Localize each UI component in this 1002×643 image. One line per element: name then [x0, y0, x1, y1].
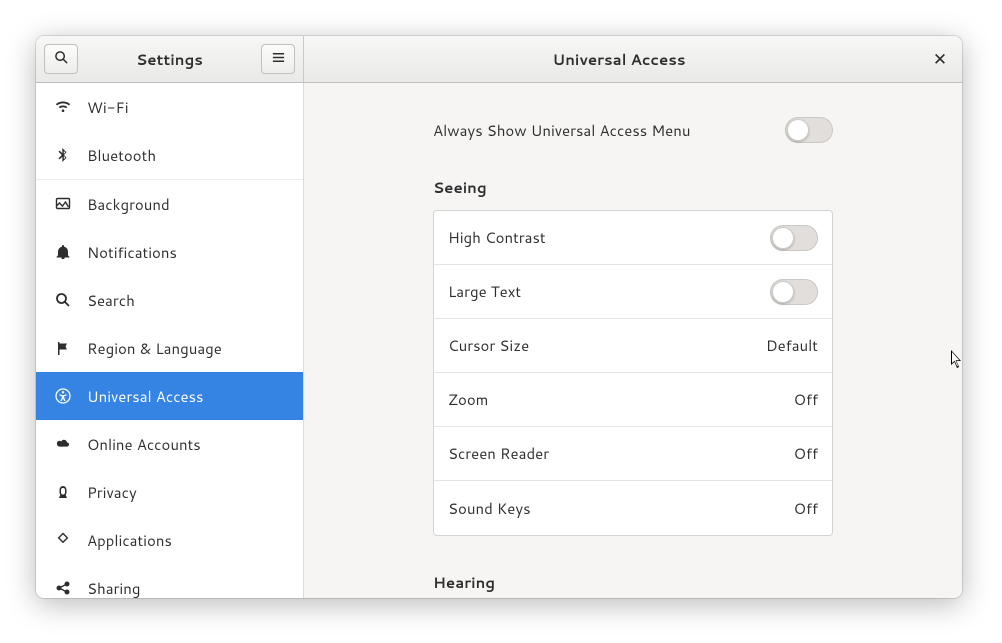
- row-label: Cursor Size: [448, 335, 529, 356]
- headerbar: Settings Universal Access ✕: [36, 36, 962, 83]
- always-show-menu-label: Always Show Universal Access Menu: [433, 120, 690, 141]
- search-icon: [54, 49, 69, 70]
- main-scroll[interactable]: Always Show Universal Access Menu Seeing…: [304, 83, 962, 598]
- universal-access-icon: [54, 387, 72, 405]
- row-label: Screen Reader: [448, 443, 549, 464]
- bluetooth-icon: [54, 146, 72, 164]
- sidebar[interactable]: Wi-Fi Bluetooth Background Notifications: [36, 83, 304, 598]
- content: Wi-Fi Bluetooth Background Notifications: [36, 83, 962, 598]
- sidebar-item-label: Privacy: [87, 482, 137, 503]
- row-value: Default: [766, 335, 818, 356]
- sharing-icon: [54, 579, 72, 597]
- sidebar-item-sharing[interactable]: Sharing: [36, 564, 303, 598]
- sidebar-item-background[interactable]: Background: [36, 180, 303, 228]
- sidebar-item-label: Background: [87, 194, 170, 215]
- section-seeing-title: Seeing: [433, 177, 833, 198]
- sidebar-item-online-accounts[interactable]: Online Accounts: [36, 420, 303, 468]
- panel-title: Universal Access: [312, 49, 926, 70]
- settings-title: Settings: [78, 49, 261, 70]
- row-value: Off: [794, 389, 818, 410]
- row-label: Large Text: [448, 281, 521, 302]
- sidebar-item-region[interactable]: Region & Language: [36, 324, 303, 372]
- headerbar-left: Settings: [36, 36, 304, 82]
- sidebar-item-label: Applications: [87, 530, 172, 551]
- sidebar-item-label: Wi-Fi: [87, 97, 129, 118]
- always-show-menu-row[interactable]: Always Show Universal Access Menu: [433, 117, 833, 143]
- section-hearing-title: Hearing: [433, 572, 833, 593]
- search-icon: [54, 291, 72, 309]
- applications-icon: [54, 531, 72, 549]
- sidebar-item-label: Region & Language: [87, 338, 222, 359]
- always-show-menu-switch[interactable]: [785, 117, 833, 143]
- region-icon: [54, 339, 72, 357]
- sidebar-item-privacy[interactable]: Privacy: [36, 468, 303, 516]
- hamburger-icon: [271, 49, 286, 70]
- notifications-icon: [54, 243, 72, 261]
- sidebar-item-bluetooth[interactable]: Bluetooth: [36, 131, 303, 179]
- background-icon: [54, 195, 72, 213]
- row-cursor-size[interactable]: Cursor Size Default: [434, 319, 832, 373]
- menu-button[interactable]: [261, 44, 295, 74]
- sidebar-item-label: Notifications: [87, 242, 177, 263]
- row-label: High Contrast: [448, 227, 546, 248]
- search-button[interactable]: [44, 44, 78, 74]
- row-label: Sound Keys: [448, 498, 531, 519]
- seeing-list: High Contrast Large Text Cursor Size Def…: [433, 210, 833, 536]
- sidebar-item-label: Universal Access: [87, 386, 204, 407]
- sidebar-item-notifications[interactable]: Notifications: [36, 228, 303, 276]
- sidebar-item-applications[interactable]: Applications: [36, 516, 303, 564]
- large-text-switch[interactable]: [770, 279, 818, 305]
- high-contrast-switch[interactable]: [770, 225, 818, 251]
- settings-window: Settings Universal Access ✕ Wi-Fi: [36, 36, 962, 598]
- sidebar-item-label: Bluetooth: [87, 145, 156, 166]
- row-value: Off: [794, 443, 818, 464]
- row-label: Zoom: [448, 389, 488, 410]
- main-panel: Always Show Universal Access Menu Seeing…: [304, 83, 962, 598]
- row-large-text[interactable]: Large Text: [434, 265, 832, 319]
- row-high-contrast[interactable]: High Contrast: [434, 211, 832, 265]
- sidebar-item-label: Search: [87, 290, 135, 311]
- headerbar-right: Universal Access ✕: [304, 36, 962, 82]
- row-sound-keys[interactable]: Sound Keys Off: [434, 481, 832, 535]
- privacy-icon: [54, 483, 72, 501]
- wifi-icon: [54, 98, 72, 116]
- sidebar-item-label: Sharing: [87, 578, 140, 599]
- row-screen-reader[interactable]: Screen Reader Off: [434, 427, 832, 481]
- row-value: Off: [794, 498, 818, 519]
- sidebar-item-search[interactable]: Search: [36, 276, 303, 324]
- close-button[interactable]: ✕: [926, 45, 954, 73]
- online-accounts-icon: [54, 435, 72, 453]
- close-icon: ✕: [933, 47, 947, 71]
- sidebar-item-label: Online Accounts: [87, 434, 201, 455]
- sidebar-item-universal-access[interactable]: Universal Access: [36, 372, 303, 420]
- row-zoom[interactable]: Zoom Off: [434, 373, 832, 427]
- sidebar-item-wifi[interactable]: Wi-Fi: [36, 83, 303, 131]
